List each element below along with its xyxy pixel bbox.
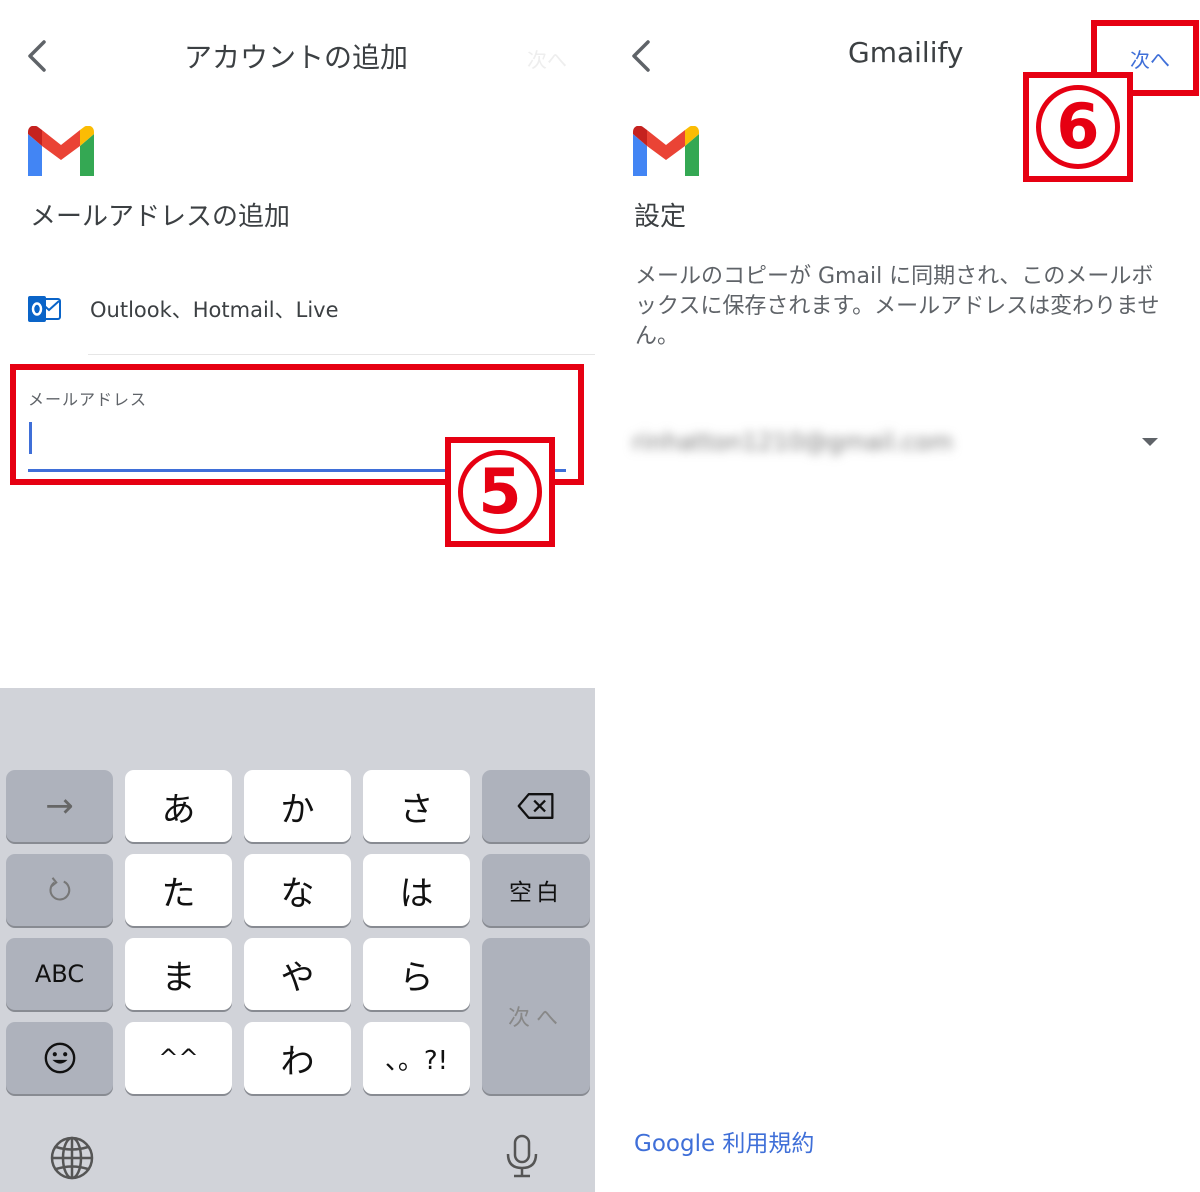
annotation-badge-5: 5 <box>445 437 555 547</box>
key-space[interactable]: 空白 <box>482 854 590 926</box>
panel-separator <box>595 0 605 1192</box>
settings-heading: 設定 <box>634 202 687 232</box>
gmail-logo-icon <box>28 125 94 176</box>
microphone-icon <box>506 1134 538 1178</box>
key-abc[interactable]: ABC <box>6 938 113 1010</box>
step-number: 5 <box>458 450 542 534</box>
annotation-badge-6: 6 <box>1023 72 1133 182</box>
key-arrow-right[interactable]: → <box>6 770 113 842</box>
add-account-screen: アカウントの追加 次へ メールアドレスの追加 Outlook、Hotmail、L… <box>0 0 595 1192</box>
dictation-button[interactable] <box>498 1132 546 1180</box>
gmailify-description: メールのコピーが Gmail に同期され、このメールボックスに保存されます。メー… <box>635 264 1160 349</box>
section-heading: メールアドレスの追加 <box>30 202 291 232</box>
key-punctuation[interactable]: 、。?! <box>363 1022 470 1094</box>
gmail-logo-icon <box>633 125 699 176</box>
account-email: rinhatton1210@gmail.com <box>632 428 953 456</box>
google-terms-link[interactable]: Google 利用規約 <box>634 1124 814 1158</box>
back-arrow-icon <box>28 40 46 72</box>
key-sa-row[interactable]: さ <box>363 770 470 842</box>
gmailify-title: Gmailify <box>848 36 964 69</box>
key-ma-row[interactable]: ま <box>125 938 232 1010</box>
key-emoji[interactable] <box>6 1022 113 1094</box>
back-button[interactable] <box>22 38 52 74</box>
globe-icon <box>50 1136 94 1180</box>
key-na-row[interactable]: な <box>244 854 351 926</box>
step-number: 6 <box>1036 85 1120 169</box>
back-button-gmailify[interactable] <box>626 38 656 74</box>
outlook-icon <box>28 296 61 322</box>
key-ra-row[interactable]: ら <box>363 938 470 1010</box>
key-ka-row[interactable]: か <box>244 770 351 842</box>
key-ya-row[interactable]: や <box>244 938 351 1010</box>
japanese-keyboard: → あ か さ た な は 空白 ABC ま や ら 次へ ^^ わ 、。?! <box>0 688 595 1192</box>
key-wa-row[interactable]: わ <box>244 1022 351 1094</box>
key-backspace[interactable] <box>482 770 590 842</box>
account-dropdown[interactable]: rinhatton1210@gmail.com <box>632 420 1172 468</box>
divider <box>88 354 595 355</box>
page-title: アカウントの追加 <box>184 41 409 74</box>
emoji-icon <box>44 1042 75 1074</box>
provider-option-outlook[interactable]: Outlook、Hotmail、Live <box>26 288 586 330</box>
backspace-icon <box>517 793 554 819</box>
keyboard-switch-button[interactable] <box>48 1134 96 1182</box>
back-arrow-icon <box>632 40 650 72</box>
key-ha-row[interactable]: は <box>363 854 470 926</box>
key-undo[interactable] <box>6 854 113 926</box>
key-a-row[interactable]: あ <box>125 770 232 842</box>
key-next[interactable]: 次へ <box>482 938 590 1094</box>
key-ta-row[interactable]: た <box>125 854 232 926</box>
key-kaomoji[interactable]: ^^ <box>125 1022 232 1094</box>
dropdown-caret-icon <box>1142 438 1158 446</box>
next-button-disabled: 次へ <box>527 48 567 72</box>
undo-icon <box>49 877 70 901</box>
provider-label: Outlook、Hotmail、Live <box>90 298 339 322</box>
